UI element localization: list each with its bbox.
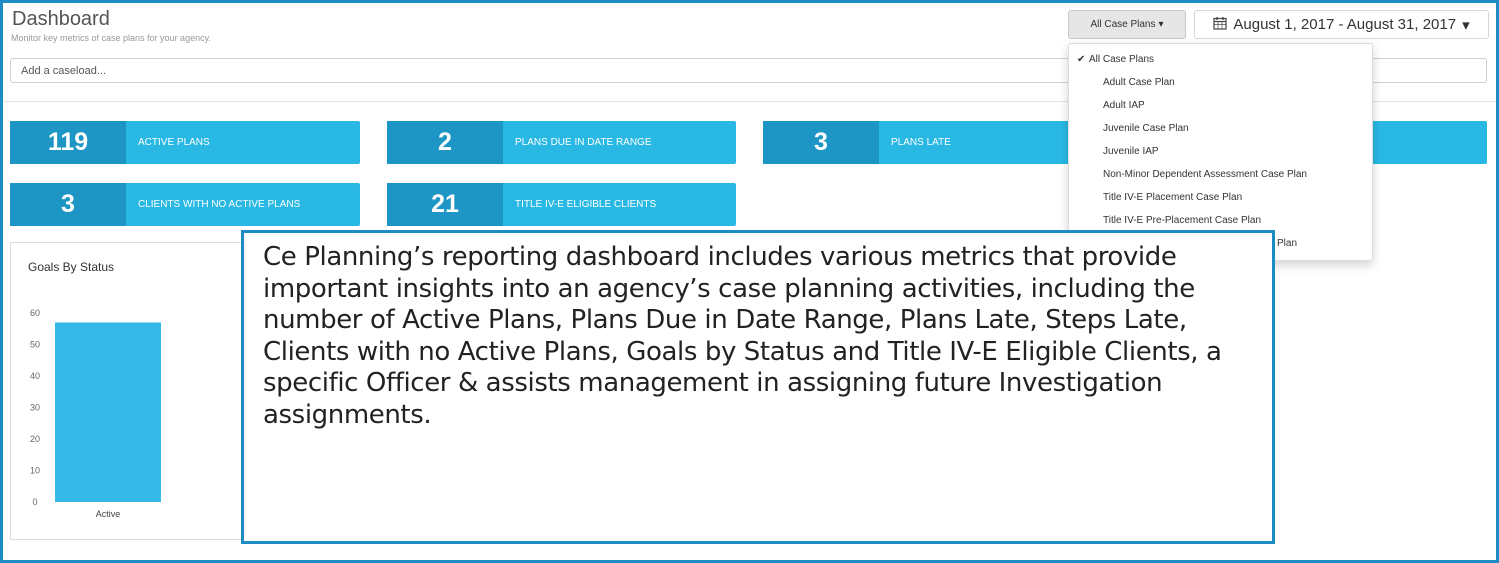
stat-value: 119 [10, 121, 126, 164]
bar-active[interactable] [55, 322, 161, 502]
menu-item-adult-case-plan[interactable]: Adult Case Plan [1103, 77, 1175, 88]
stat-tile-active-plans[interactable]: 119 ACTIVE PLANS [10, 121, 360, 164]
stat-label: TITLE IV-E ELIGIBLE CLIENTS [515, 199, 657, 210]
stat-tile-clients-no-active-plans[interactable]: 3 CLIENTS WITH NO ACTIVE PLANS [10, 183, 360, 226]
menu-item-juvenile-case-plan[interactable]: Juvenile Case Plan [1103, 123, 1189, 134]
y-tick-label: 30 [30, 403, 40, 413]
check-icon: ✔ [1077, 54, 1086, 65]
menu-item-plan[interactable]: Plan [1277, 238, 1297, 249]
date-range-button[interactable]: August 1, 2017 - August 31, 2017 ▾ [1194, 10, 1489, 39]
callout-text: Ce Planning’s reporting dashboard includ… [263, 242, 1222, 430]
stat-label: ACTIVE PLANS [138, 137, 210, 148]
stat-tile-title-ive-eligible[interactable]: 21 TITLE IV-E ELIGIBLE CLIENTS [387, 183, 736, 226]
caret-down-icon: ▾ [1158, 19, 1164, 30]
stat-label: PLANS LATE [891, 137, 951, 148]
page-subtitle: Monitor key metrics of case plans for yo… [11, 33, 211, 43]
date-range-label: August 1, 2017 - August 31, 2017 [1233, 16, 1457, 33]
stat-value: 21 [387, 183, 503, 226]
menu-item-non-minor-dependent[interactable]: Non-Minor Dependent Assessment Case Plan [1103, 169, 1307, 180]
stat-label: CLIENTS WITH NO ACTIVE PLANS [138, 199, 301, 210]
y-tick-label: 50 [30, 340, 40, 350]
caret-down-icon: ▾ [1462, 16, 1470, 34]
stat-value: 2 [387, 121, 503, 164]
description-callout: Ce Planning’s reporting dashboard includ… [241, 230, 1275, 544]
menu-item-adult-iap[interactable]: Adult IAP [1103, 100, 1145, 111]
y-tick-label: 0 [32, 497, 37, 507]
page-title: Dashboard [12, 8, 110, 30]
case-plans-label: All Case Plans [1090, 19, 1156, 30]
caseload-placeholder: Add a caseload... [21, 64, 107, 77]
calendar-icon [1213, 16, 1227, 34]
stat-value: 3 [10, 183, 126, 226]
y-tick-label: 60 [30, 308, 40, 318]
y-tick-label: 40 [30, 371, 40, 381]
y-tick-label: 10 [30, 466, 40, 476]
stat-value: 3 [763, 121, 879, 164]
menu-item-title-ive-pre-placement[interactable]: Title IV-E Pre-Placement Case Plan [1103, 215, 1261, 226]
menu-item-juvenile-iap[interactable]: Juvenile IAP [1103, 146, 1159, 157]
x-tick-label: Active [96, 509, 121, 519]
case-plans-menu: ✔ All Case Plans Adult Case Plan Adult I… [1068, 43, 1373, 261]
y-tick-label: 20 [30, 434, 40, 444]
stat-label: PLANS DUE IN DATE RANGE [515, 137, 652, 148]
menu-item-all-case-plans[interactable]: All Case Plans [1089, 54, 1154, 65]
stat-tile-plans-due[interactable]: 2 PLANS DUE IN DATE RANGE [387, 121, 736, 164]
menu-item-title-ive-placement[interactable]: Title IV-E Placement Case Plan [1103, 192, 1242, 203]
case-plans-dropdown-button[interactable]: All Case Plans ▾ [1068, 10, 1186, 39]
